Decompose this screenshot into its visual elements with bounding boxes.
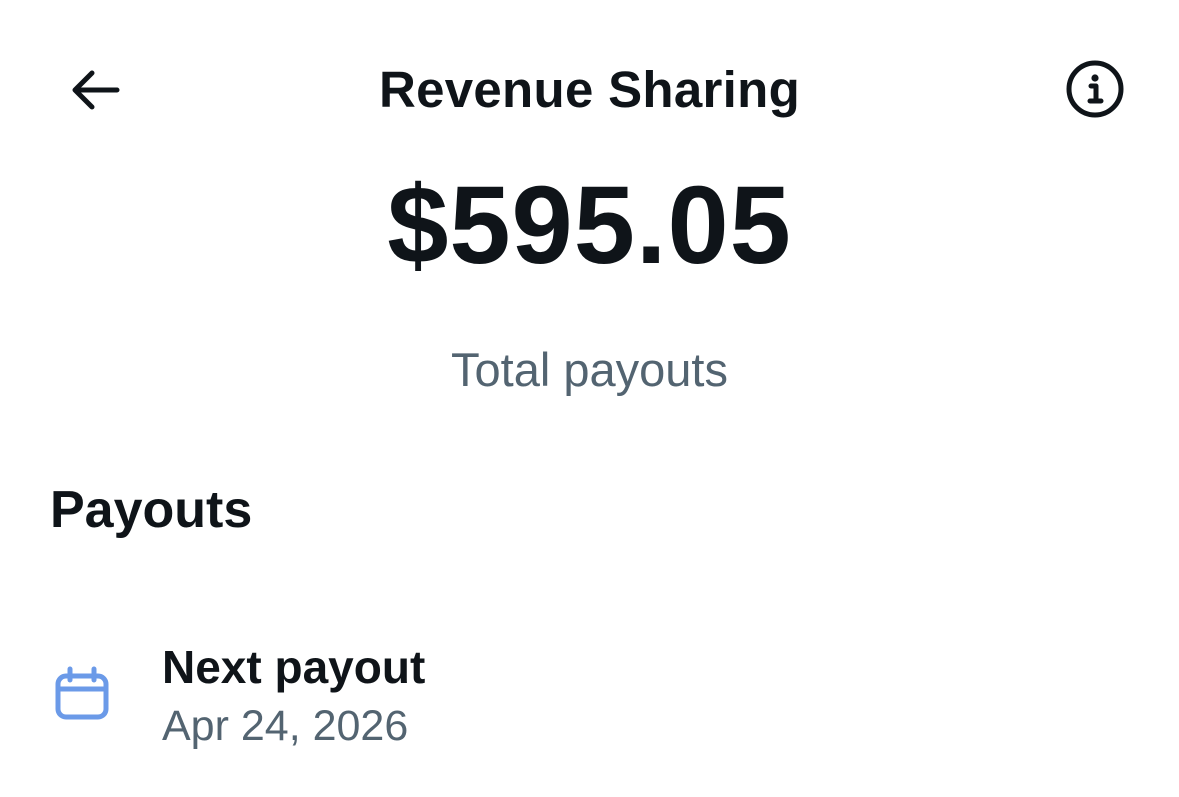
next-payout-row[interactable]: Next payout Apr 24, 2026 [40,630,1140,770]
info-button[interactable] [1061,57,1129,121]
next-payout-title: Next payout [162,641,426,693]
page-title: Revenue Sharing [378,61,801,118]
payouts-section-heading: Payouts [50,481,253,539]
calendar-icon [55,666,109,720]
info-circle-icon [1066,60,1124,118]
total-payouts-label: Total payouts [451,343,728,396]
total-payouts-amount: $595.05 [387,164,792,287]
next-payout-date: Apr 24, 2026 [162,702,409,750]
